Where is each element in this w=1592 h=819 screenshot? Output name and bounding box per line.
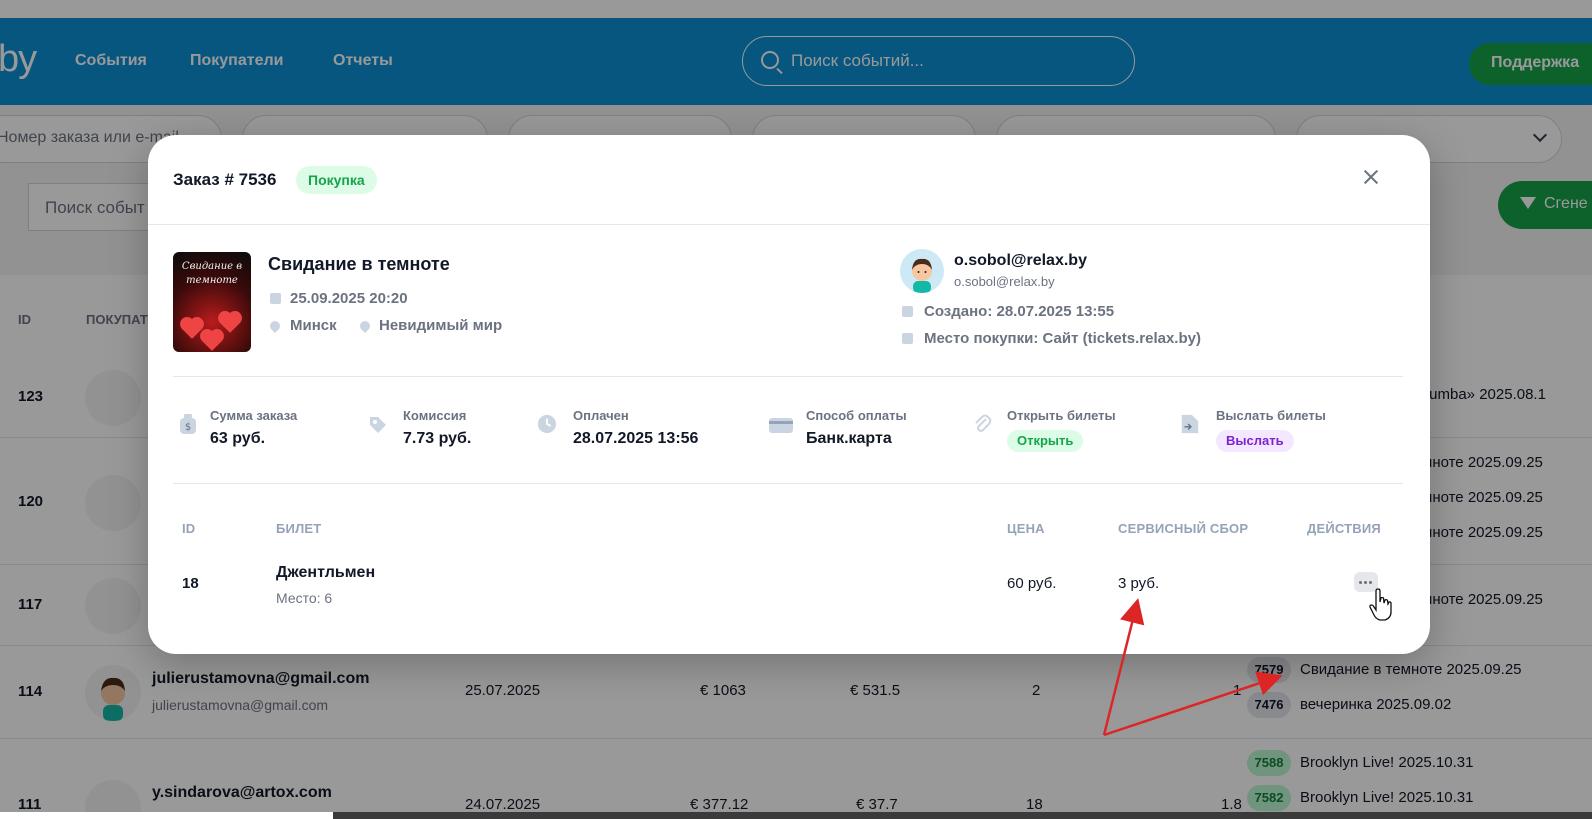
header-divider [148,224,1430,225]
purchase-place: Место покупки: Сайт (tickets.relax.by) [924,330,1201,347]
ticket-seat: Место: 6 [276,590,333,606]
poster-title: Свидание в темноте [181,261,243,286]
calendar-icon [270,293,281,304]
send-tickets-button[interactable]: Выслать [1216,430,1294,452]
ticket-header-ticket: БИЛЕТ [276,521,322,536]
heart-icon [202,331,222,351]
card-icon [769,418,793,433]
payment-method-value: Банк.карта [806,430,892,447]
ticket-header-actions: ДЕЙСТВИЯ [1307,521,1381,536]
order-sum-value: 63 руб. [210,430,266,447]
bank-icon [902,333,913,344]
taskbar-strip [0,812,1592,819]
ticket-header-id: ID [182,521,196,536]
tag-icon [370,417,386,433]
event-venue: Невидимый мир [379,317,503,334]
buyer-avatar [900,249,944,293]
open-tickets-label: Открыть билеты [1007,408,1116,423]
dot [1369,581,1372,584]
paid-value: 28.07.2025 13:56 [573,430,699,447]
hand-cursor-icon [1369,588,1392,621]
created-date: Создано: 28.07.2025 13:55 [924,303,1115,320]
event-city: Минск [290,317,337,334]
send-tickets-label: Выслать билеты [1216,408,1326,423]
section-divider [173,376,1403,377]
buyer-email-sub: o.sobol@relax.by [954,274,1055,289]
commission-value: 7.73 руб. [403,430,472,447]
dot [1359,581,1362,584]
ticket-price: 60 руб. [1007,575,1057,592]
taskbar-segment [0,812,333,819]
clock-icon [537,414,557,434]
close-icon[interactable] [1358,165,1384,191]
modal-title: Заказ # 7536 [173,170,277,189]
ticket-header-price: ЦЕНА [1007,521,1045,536]
event-title[interactable]: Свидание в темноте [268,254,450,275]
order-sum-label: Сумма заказа [210,408,298,423]
commission-label: Комиссия [403,408,467,423]
order-modal: Заказ # 7536 Покупка Свидание в темноте … [148,135,1430,654]
section-divider [173,483,1403,484]
location-pin-icon [267,318,283,334]
location-pin-icon [357,318,373,334]
buyer-email[interactable]: o.sobol@relax.by [954,252,1087,270]
open-tickets-button[interactable]: Открыть [1007,430,1084,452]
event-poster: Свидание в темноте [173,252,251,352]
payment-method-label: Способ оплаты [806,408,907,423]
plus-square-icon [902,306,913,317]
money-icon: $ [180,414,196,434]
ticket-header-fee: СЕРВИСНЫЙ СБОР [1118,521,1249,536]
paid-label: Оплачен [573,408,629,423]
order-type-badge: Покупка [296,166,377,194]
ticket-name: Джентльмен [276,564,376,581]
dot [1364,581,1367,584]
svg-text:$: $ [185,422,191,433]
ticket-fee: 3 руб. [1118,575,1160,592]
paperclip-icon [975,414,992,432]
ticket-id: 18 [182,575,199,592]
event-datetime: 25.09.2025 20:20 [290,290,408,307]
send-doc-icon [1181,414,1199,434]
boy-avatar-icon [912,258,932,293]
heart-icon [220,313,240,333]
